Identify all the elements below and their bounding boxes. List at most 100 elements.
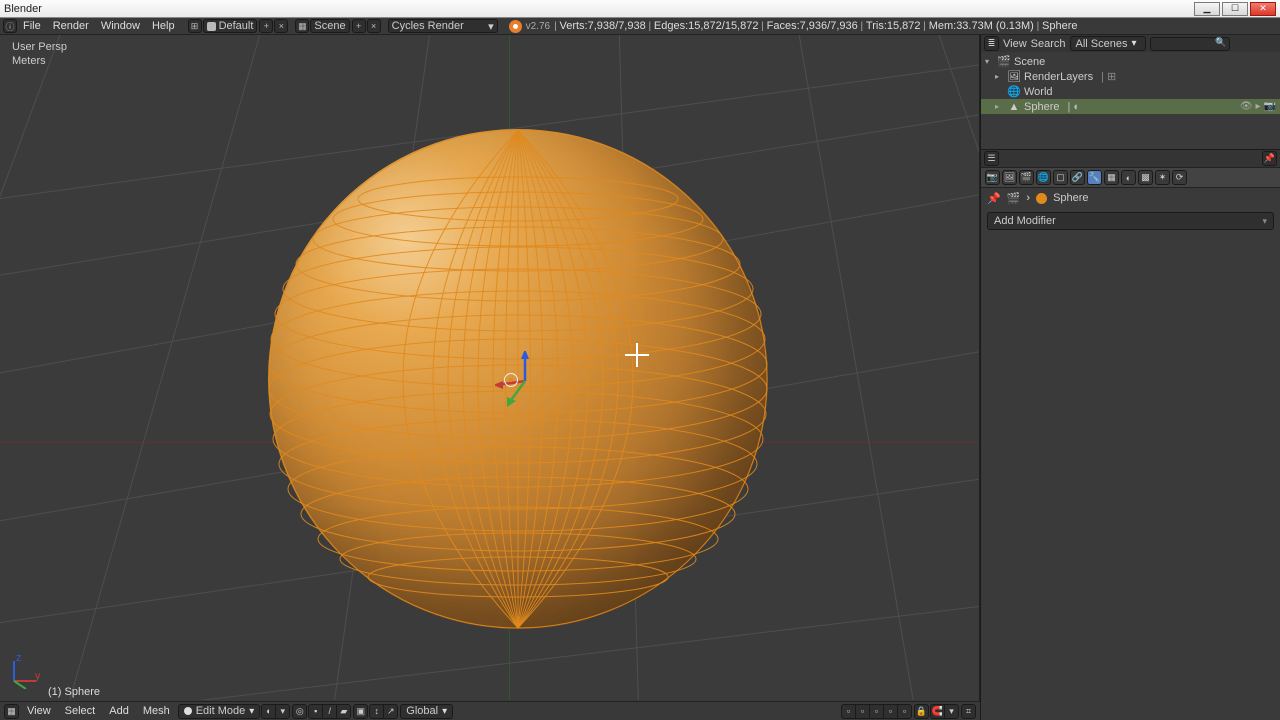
tree-world-label: World bbox=[1024, 86, 1053, 98]
3d-cursor-icon[interactable] bbox=[625, 343, 649, 367]
scene-remove-button[interactable]: × bbox=[367, 19, 381, 33]
viewport-shading-caret-icon[interactable]: ▾ bbox=[275, 704, 290, 719]
face-select-icon[interactable]: ▰ bbox=[336, 704, 351, 719]
editor-type-properties-icon[interactable]: ☰ bbox=[984, 151, 999, 166]
layer-buttons[interactable]: ▫▫▫▫▫ bbox=[842, 704, 912, 719]
editor-type-icon[interactable]: ⓘ bbox=[3, 19, 17, 33]
stats-version: v2.76 bbox=[526, 21, 550, 32]
properties-header: ☰ 📌 bbox=[981, 150, 1280, 167]
tab-particles-icon[interactable]: ✶ bbox=[1155, 170, 1170, 185]
stats-readout: | Verts:7,938/7,938 | Edges:15,872/15,87… bbox=[554, 20, 1077, 32]
vpmenu-view[interactable]: View bbox=[21, 703, 57, 719]
mini-axes-icon: z y bbox=[6, 655, 40, 689]
tab-object-icon[interactable]: ▢ bbox=[1053, 170, 1068, 185]
tree-row-renderlayers[interactable]: ▸🖼RenderLayers| ⊞ bbox=[981, 69, 1280, 84]
menu-window[interactable]: Window bbox=[95, 18, 146, 34]
tree-sphere-label: Sphere bbox=[1024, 101, 1059, 113]
menu-render[interactable]: Render bbox=[47, 18, 95, 34]
layout-prev-button[interactable]: ⊞ bbox=[188, 19, 202, 33]
scene-add-button[interactable]: + bbox=[352, 19, 366, 33]
outliner-menu-search[interactable]: Search bbox=[1031, 38, 1066, 50]
vpmenu-select[interactable]: Select bbox=[59, 703, 102, 719]
layout-remove-button[interactable]: × bbox=[274, 19, 288, 33]
outliner-panel: ≣ View Search All Scenes▾ ▾🎬Scene ▸🖼Rend… bbox=[981, 35, 1280, 150]
pin-context-icon[interactable]: 📌 bbox=[987, 192, 1001, 205]
view-perspective-label: User Persp bbox=[12, 40, 67, 54]
editor-type-outliner-icon[interactable]: ≣ bbox=[984, 36, 999, 51]
manipulator-group: ↕ ↗ bbox=[370, 704, 398, 719]
tree-row-scene[interactable]: ▾🎬Scene bbox=[981, 54, 1280, 69]
outliner-display-label: All Scenes bbox=[1076, 38, 1128, 50]
editor-type-3dview-icon[interactable]: ▦ bbox=[4, 704, 19, 719]
eye-icon[interactable]: 👁 bbox=[1240, 101, 1253, 112]
snap-type-icon[interactable]: ▾ bbox=[944, 704, 959, 719]
tab-physics-icon[interactable]: ⟳ bbox=[1172, 170, 1187, 185]
renderlayers-icon: 🖼 bbox=[1008, 71, 1020, 83]
tab-modifiers-icon[interactable]: 🔧 bbox=[1087, 170, 1102, 185]
tab-constraints-icon[interactable]: 🔗 bbox=[1070, 170, 1085, 185]
3d-viewport[interactable]: User Persp Meters (1) Sphere z y bbox=[0, 35, 980, 701]
outliner-menu-view[interactable]: View bbox=[1003, 38, 1027, 50]
outliner-header: ≣ View Search All Scenes▾ bbox=[981, 35, 1280, 52]
view-units-label: Meters bbox=[12, 54, 67, 68]
menu-file[interactable]: File bbox=[17, 18, 47, 34]
screen-layout-dropdown[interactable]: Default bbox=[203, 19, 258, 33]
add-modifier-label: Add Modifier bbox=[994, 215, 1056, 227]
tree-row-world[interactable]: 🌐 World bbox=[981, 84, 1280, 99]
tree-row-toggles: 👁▸📷 bbox=[1240, 101, 1280, 112]
object-bread-icon bbox=[1036, 193, 1047, 204]
layout-add-button[interactable]: + bbox=[259, 19, 273, 33]
tab-world-icon[interactable]: 🌐 bbox=[1036, 170, 1051, 185]
tab-material-icon[interactable]: ◐ bbox=[1121, 170, 1136, 185]
vpmenu-mesh[interactable]: Mesh bbox=[137, 703, 176, 719]
pin-icon[interactable]: 📌 bbox=[1262, 151, 1277, 166]
snap-group[interactable]: 🧲▾ bbox=[931, 704, 959, 719]
window-maximize-button[interactable] bbox=[1222, 2, 1248, 16]
render-border-icon[interactable]: ⌗ bbox=[961, 704, 976, 719]
active-object-label: (1) Sphere bbox=[48, 686, 100, 698]
outliner-tree[interactable]: ▾🎬Scene ▸🖼RenderLayers| ⊞ 🌐World ▸▲Spher… bbox=[981, 52, 1280, 149]
manipulator-toggle-icon[interactable]: ↕ bbox=[369, 704, 384, 719]
tab-renderlayers-icon[interactable]: 🖼 bbox=[1002, 170, 1017, 185]
tree-scene-label: Scene bbox=[1014, 56, 1045, 68]
svg-text:y: y bbox=[35, 670, 40, 682]
tab-render-icon[interactable]: 📷 bbox=[985, 170, 1000, 185]
outliner-search-wrap bbox=[1150, 37, 1230, 51]
pivot-point-icon[interactable]: ◎ bbox=[292, 704, 307, 719]
screen-layout-label: Default bbox=[219, 20, 254, 32]
scene-icon: 🎬 bbox=[998, 56, 1010, 68]
window-minimize-button[interactable] bbox=[1194, 2, 1220, 16]
world-icon: 🌐 bbox=[1008, 86, 1020, 98]
manipulator-translate-icon[interactable]: ↗ bbox=[383, 704, 398, 719]
add-modifier-dropdown[interactable]: Add Modifier bbox=[987, 212, 1274, 230]
snap-toggle-icon[interactable]: 🧲 bbox=[930, 704, 945, 719]
camera-icon[interactable]: 📷 bbox=[1264, 101, 1276, 112]
mode-dropdown[interactable]: Edit Mode▾ bbox=[178, 704, 261, 719]
tree-row-sphere[interactable]: ▸▲Sphere| ◐ 👁▸📷 bbox=[981, 99, 1280, 114]
limit-selection-icon[interactable]: ▣ bbox=[353, 704, 368, 719]
lock-camera-icon[interactable]: 🔒 bbox=[914, 704, 929, 719]
menu-help[interactable]: Help bbox=[146, 18, 181, 34]
tab-data-icon[interactable]: ▦ bbox=[1104, 170, 1119, 185]
viewport-header: ▦ View Select Add Mesh Edit Mode▾ ◐ ▾ ◎ … bbox=[0, 701, 980, 720]
tab-texture-icon[interactable]: ▩ bbox=[1138, 170, 1153, 185]
vpmenu-add[interactable]: Add bbox=[103, 703, 135, 719]
scene-dropdown[interactable]: Scene bbox=[310, 19, 349, 33]
outliner-search-input[interactable] bbox=[1150, 37, 1230, 51]
properties-context-tabs: 📷 🖼 🎬 🌐 ▢ 🔗 🔧 ▦ ◐ ▩ ✶ ⟳ bbox=[981, 167, 1280, 188]
render-engine-dropdown[interactable]: Cycles Render▾ bbox=[388, 19, 498, 33]
window-close-button[interactable] bbox=[1250, 2, 1276, 16]
orientation-label: Global bbox=[406, 705, 438, 717]
outliner-display-dropdown[interactable]: All Scenes▾ bbox=[1070, 36, 1146, 51]
vertex-select-icon[interactable]: ▪ bbox=[308, 704, 323, 719]
select-mode-group: ▪ / ▰ bbox=[309, 704, 351, 719]
cursor-icon[interactable]: ▸ bbox=[1256, 101, 1261, 112]
tab-scene-icon[interactable]: 🎬 bbox=[1019, 170, 1034, 185]
edge-select-icon[interactable]: / bbox=[322, 704, 337, 719]
blender-logo-icon bbox=[509, 20, 522, 33]
mesh-icon: ▲ bbox=[1008, 101, 1020, 113]
scene-browse-button[interactable]: ▦ bbox=[295, 19, 309, 33]
viewport-shading-icon[interactable]: ◐ bbox=[261, 704, 276, 719]
breadcrumb-label: Sphere bbox=[1053, 192, 1088, 204]
orientation-dropdown[interactable]: Global▾ bbox=[400, 704, 453, 719]
